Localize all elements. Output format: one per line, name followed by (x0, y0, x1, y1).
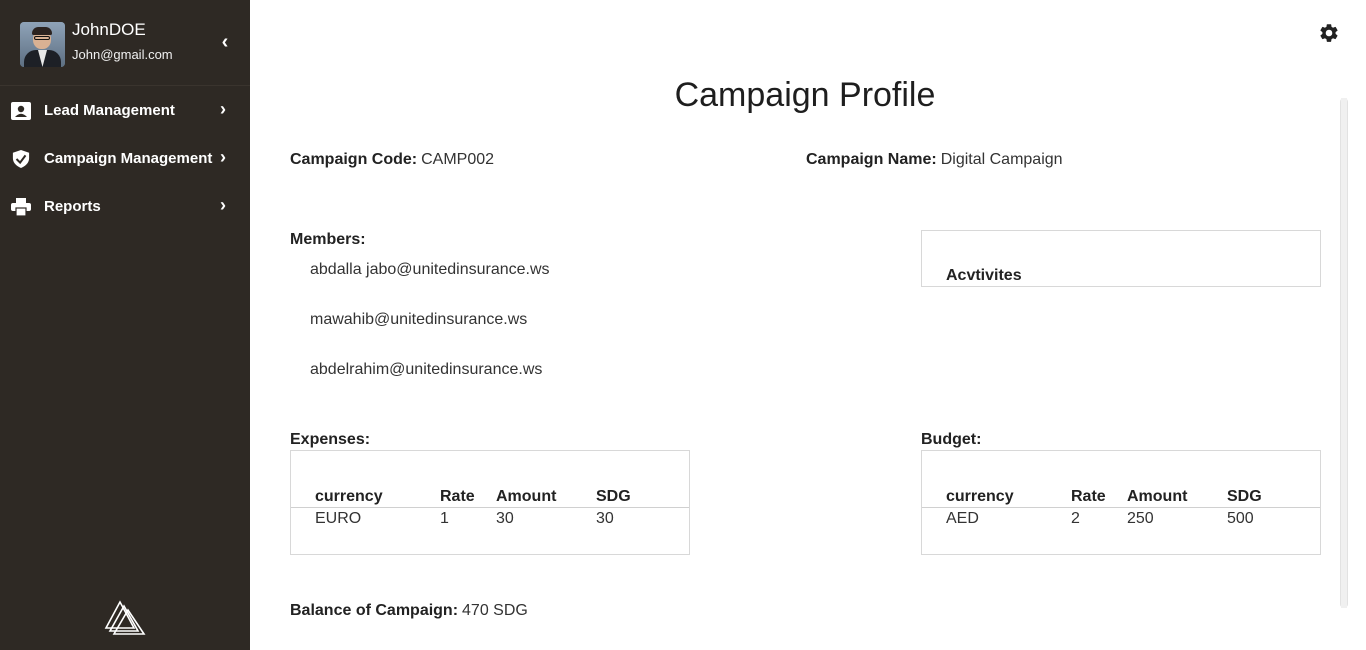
avatar[interactable] (20, 22, 65, 67)
sidebar-item-lead-management[interactable]: Lead Management › (0, 91, 250, 131)
column-header: SDG (596, 488, 631, 505)
activities-panel: Acvtivites (921, 230, 1321, 287)
chevron-right-icon: › (220, 99, 226, 119)
member-item: mawahib@unitedinsurance.ws (310, 311, 528, 328)
chevron-left-icon[interactable]: ‹ (216, 32, 234, 52)
table-cell: 30 (496, 510, 514, 527)
column-header: Amount (496, 488, 557, 505)
sidebar-item-label: Reports (44, 198, 101, 215)
campaign-name-value: Digital Campaign (940, 151, 1063, 168)
balance-value: 470 SDG (462, 602, 528, 619)
divider (922, 507, 1320, 508)
column-header: SDG (1227, 488, 1262, 505)
members-label: Members: (290, 231, 366, 248)
campaign-name-label: Campaign Name: (806, 151, 937, 168)
scrollbar-thumb[interactable] (1341, 98, 1347, 608)
campaign-code-field: Campaign Code: CAMP002 (290, 151, 494, 169)
table-cell: 30 (596, 510, 614, 527)
checked-shield-icon (12, 150, 30, 168)
sidebar-item-campaign-management[interactable]: Campaign Management › (0, 139, 250, 179)
budget-table: currency Rate Amount SDG AED 2 250 500 (921, 450, 1321, 555)
contact-card-icon (11, 102, 31, 120)
column-header: Amount (1127, 488, 1188, 505)
user-name: JohnDOE (72, 20, 146, 39)
table-cell: 2 (1071, 510, 1080, 527)
chevron-right-icon: › (220, 147, 226, 167)
table-cell: 1 (440, 510, 449, 527)
expenses-table: currency Rate Amount SDG EURO 1 30 30 (290, 450, 690, 555)
balance-field: Balance of Campaign: 470 SDG (290, 602, 528, 620)
member-item: abdalla jabo@unitedinsurance.ws (310, 261, 550, 278)
table-cell: EURO (315, 510, 362, 527)
divider (291, 507, 689, 508)
column-header: Rate (1071, 488, 1106, 505)
triangles-logo-icon (104, 600, 146, 635)
sidebar-item-label: Campaign Management (44, 150, 213, 167)
sidebar-item-label: Lead Management (44, 102, 175, 119)
gear-icon[interactable] (1318, 22, 1340, 44)
page-title: Campaign Profile (674, 76, 936, 114)
sidebar: JohnDOE John@gmail.com ‹ Lead Management… (0, 0, 250, 650)
campaign-code-value: CAMP002 (421, 151, 495, 168)
member-item: abdelrahim@unitedinsurance.ws (310, 361, 543, 378)
chevron-right-icon: › (220, 195, 226, 215)
balance-label: Balance of Campaign: (290, 602, 459, 619)
sidebar-item-reports[interactable]: Reports › (0, 187, 250, 227)
table-cell: AED (946, 510, 979, 527)
column-header: currency (946, 488, 1014, 505)
user-profile: JohnDOE John@gmail.com ‹ (0, 0, 250, 86)
table-cell: 250 (1127, 510, 1154, 527)
budget-label: Budget: (921, 431, 982, 448)
printer-icon (11, 198, 31, 216)
campaign-code-label: Campaign Code: (290, 151, 418, 168)
column-header: currency (315, 488, 383, 505)
table-cell: 500 (1227, 510, 1254, 527)
user-email: John@gmail.com (72, 47, 173, 62)
activities-label: Acvtivites (946, 267, 1022, 284)
expenses-label: Expenses: (290, 431, 371, 448)
column-header: Rate (440, 488, 475, 505)
campaign-name-field: Campaign Name: Digital Campaign (806, 151, 1063, 169)
